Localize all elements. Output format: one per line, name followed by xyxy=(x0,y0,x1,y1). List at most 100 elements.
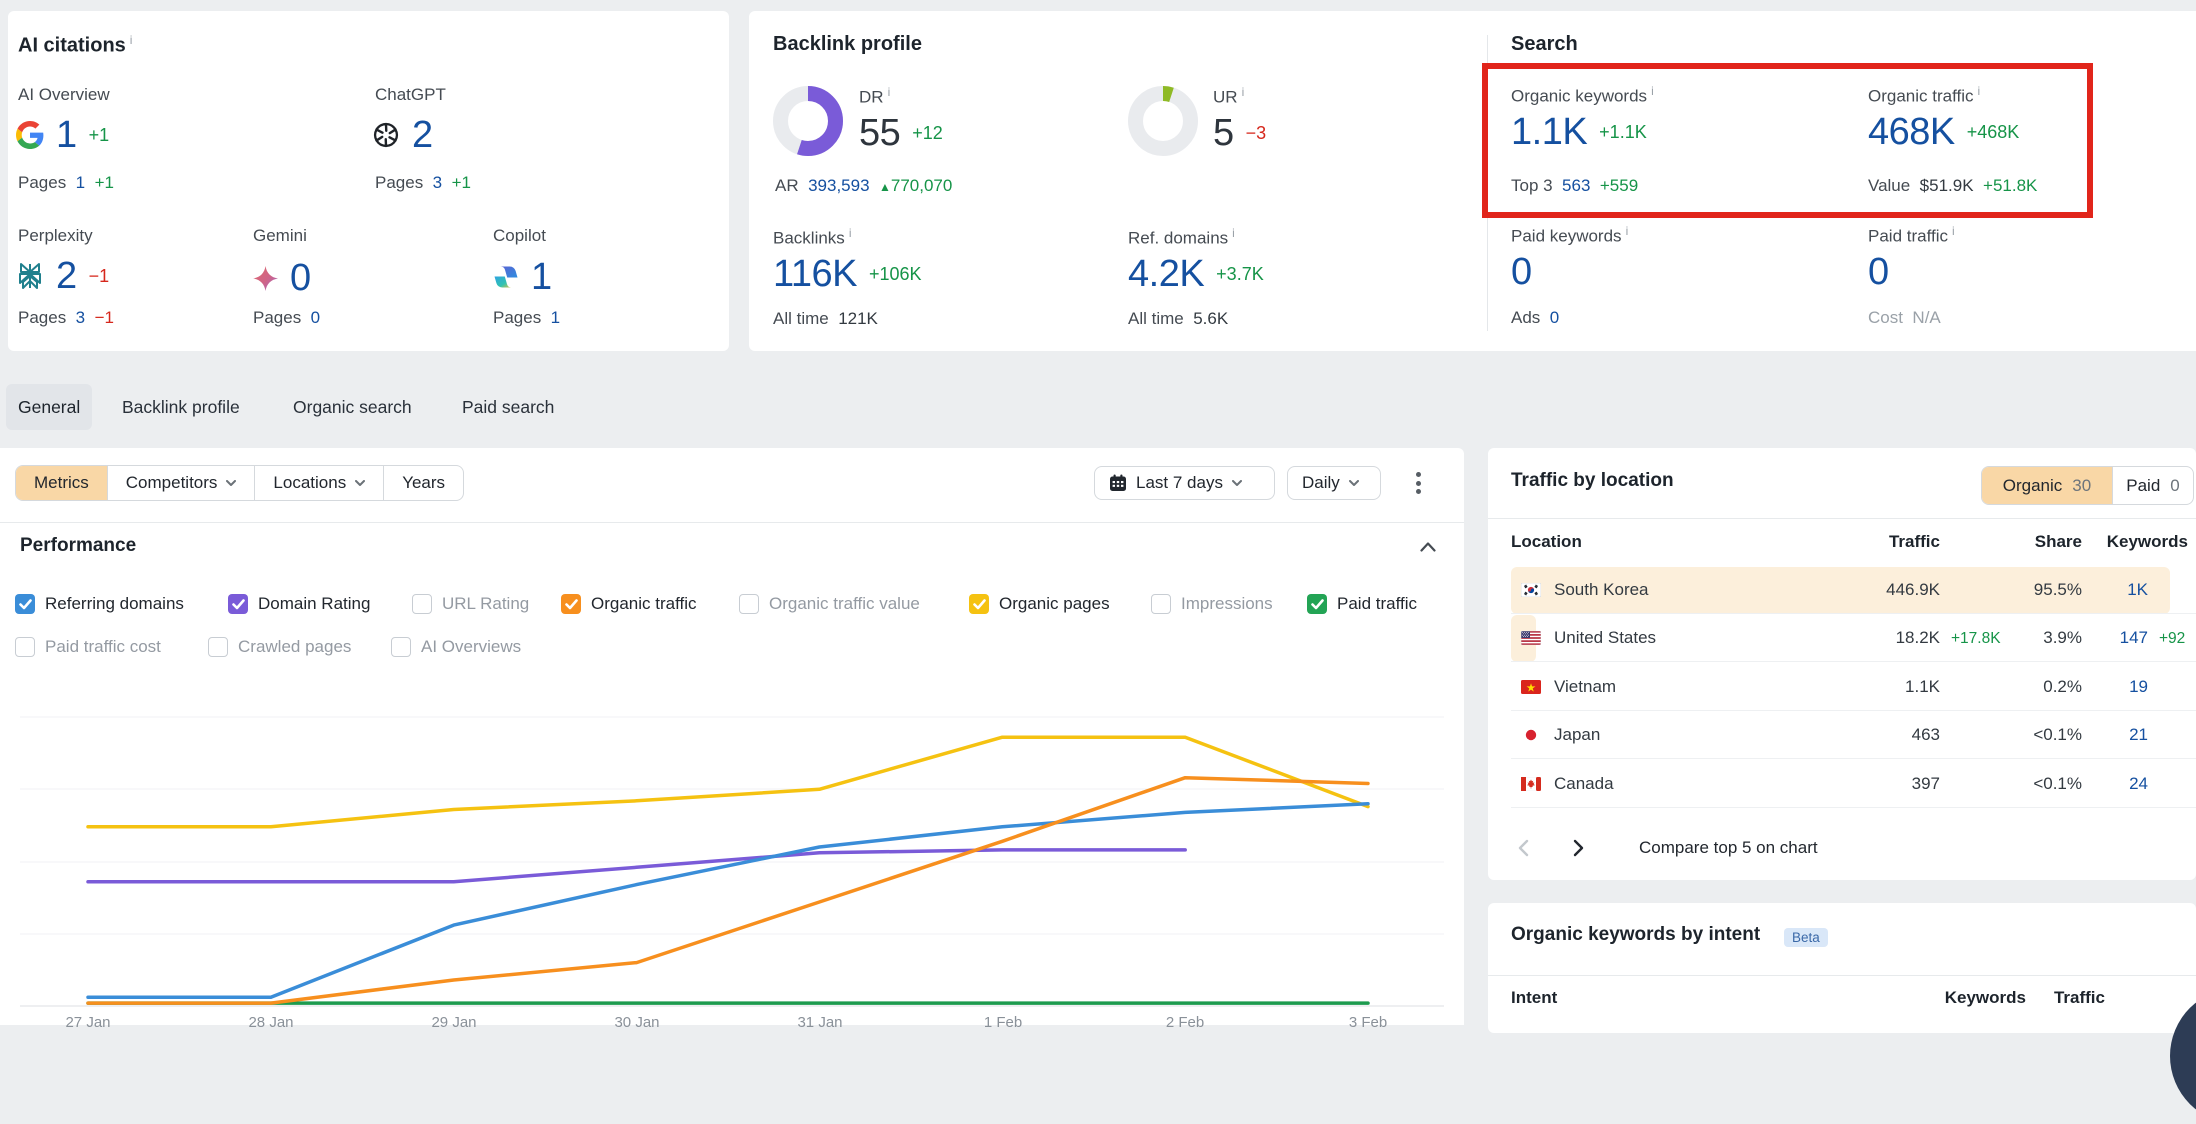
metric-toggle-impressions[interactable]: Impressions xyxy=(1151,594,1273,614)
tab-paid-search[interactable]: Paid search xyxy=(450,384,566,430)
up-triangle-icon: ▲ xyxy=(879,180,891,194)
keywords-link[interactable]: 24 xyxy=(2129,774,2148,794)
metric-toggle-label: Organic traffic value xyxy=(769,594,920,614)
checkbox-checked-icon[interactable] xyxy=(15,594,35,614)
metric-toggle-paid-traffic-cost[interactable]: Paid traffic cost xyxy=(15,637,161,657)
more-options-button[interactable] xyxy=(1404,466,1432,500)
cost-line: Cost N/A xyxy=(1868,308,1941,328)
chart-line-organic-traffic xyxy=(88,778,1368,1003)
location-name: Japan xyxy=(1554,725,1600,745)
paid-traffic-value[interactable]: 0 xyxy=(1868,254,1889,290)
x-tick-label: 29 Jan xyxy=(414,1014,494,1031)
checkbox-unchecked-icon[interactable] xyxy=(15,637,35,657)
metric-toggle-url-rating[interactable]: URL Rating xyxy=(412,594,529,614)
metric-toggle-paid-traffic[interactable]: Paid traffic xyxy=(1307,594,1417,614)
location-row-japan[interactable]: Japan463<0.1%21 xyxy=(1488,711,2196,759)
chart-line-referring-domains xyxy=(88,804,1368,998)
highlight-red-rectangle xyxy=(1482,63,2093,218)
vietnam-flag-icon xyxy=(1521,680,1541,694)
metrics-button[interactable]: Metrics xyxy=(16,466,108,500)
united-states-flag-icon xyxy=(1521,631,1541,645)
backlink-search-card: Backlink profile DRi 55 +12 AR 393,593 ▲… xyxy=(749,11,2196,351)
chatgpt-icon xyxy=(372,121,400,149)
metric-toggle-label: Paid traffic xyxy=(1337,594,1417,614)
column-header-location[interactable]: Location xyxy=(1511,532,1582,552)
perplexity-value[interactable]: 2 xyxy=(56,258,77,294)
checkbox-unchecked-icon[interactable] xyxy=(412,594,432,614)
location-row-vietnam[interactable]: Vietnam1.1K0.2%19 xyxy=(1488,663,2196,711)
metric-toggle-organic-pages[interactable]: Organic pages xyxy=(969,594,1110,614)
gemini-value-row: 0 xyxy=(253,260,311,296)
checkbox-unchecked-icon[interactable] xyxy=(208,637,228,657)
performance-line-chart xyxy=(0,448,1464,1025)
tab-organic-search[interactable]: Organic search xyxy=(281,384,424,430)
location-name: Vietnam xyxy=(1554,677,1616,697)
locations-dropdown[interactable]: Locations xyxy=(255,466,384,500)
keywords-link[interactable]: 147 xyxy=(2120,628,2148,648)
previous-page-button[interactable] xyxy=(1514,839,1536,857)
chatgpt-pages: Pages 3 +1 xyxy=(375,173,471,193)
column-header-keywords[interactable]: Keywords xyxy=(2107,532,2188,552)
metric-toggle-crawled-pages[interactable]: Crawled pages xyxy=(208,637,351,657)
tab-general[interactable]: General xyxy=(6,384,92,430)
copilot-icon xyxy=(493,264,519,290)
gemini-value[interactable]: 0 xyxy=(290,260,311,296)
checkbox-checked-icon[interactable] xyxy=(561,594,581,614)
ai-overview-value[interactable]: 1 xyxy=(56,117,77,153)
chatgpt-value[interactable]: 2 xyxy=(412,117,433,153)
backlinks-value-row: 116K +106K xyxy=(773,256,922,292)
keywords-link[interactable]: 21 xyxy=(2129,725,2148,745)
competitors-dropdown[interactable]: Competitors xyxy=(108,466,256,500)
backlinks-delta: +106K xyxy=(869,264,922,285)
x-tick-label: 31 Jan xyxy=(780,1014,860,1031)
checkbox-unchecked-icon[interactable] xyxy=(1151,594,1171,614)
info-icon: i xyxy=(1952,224,1955,238)
chatgpt-value-row: 2 xyxy=(372,117,433,153)
checkbox-checked-icon[interactable] xyxy=(228,594,248,614)
share-value: <0.1% xyxy=(2033,774,2082,794)
keywords-by-intent-card: Organic keywords by intent Beta Intent K… xyxy=(1488,903,2196,1033)
compare-top5-link[interactable]: Compare top 5 on chart xyxy=(1639,838,1818,858)
checkbox-checked-icon[interactable] xyxy=(969,594,989,614)
search-title: Search xyxy=(1511,33,1578,56)
chevron-up-icon[interactable] xyxy=(1420,542,1436,552)
ref-domains-value[interactable]: 4.2K xyxy=(1128,256,1204,292)
location-row-united-states[interactable]: United States18.2K+17.8K3.9%147+92 xyxy=(1488,614,2196,662)
date-range-dropdown[interactable]: Last 7 days xyxy=(1094,466,1275,500)
checkbox-checked-icon[interactable] xyxy=(1307,594,1327,614)
canada-flag-icon xyxy=(1521,777,1541,791)
paid-traffic-label: Paid traffici xyxy=(1868,224,1955,247)
paid-keywords-value[interactable]: 0 xyxy=(1511,254,1532,290)
chevron-down-icon xyxy=(226,480,236,486)
traffic-value: 446.9K xyxy=(1886,580,1940,600)
copilot-value[interactable]: 1 xyxy=(531,259,552,295)
metric-toggle-label: Impressions xyxy=(1181,594,1273,614)
keywords-link[interactable]: 1K xyxy=(2127,580,2148,600)
years-button[interactable]: Years xyxy=(384,466,463,500)
next-page-button[interactable] xyxy=(1566,839,1588,857)
metric-toggle-organic-traffic-value[interactable]: Organic traffic value xyxy=(739,594,920,614)
traffic-by-location-card: Traffic by location Organic30 Paid0 Loca… xyxy=(1488,448,2196,880)
x-tick-label: 28 Jan xyxy=(231,1014,311,1031)
toggle-organic[interactable]: Organic30 xyxy=(1982,467,2112,504)
share-value: 0.2% xyxy=(2043,677,2082,697)
divider xyxy=(1488,975,2196,976)
metric-toggle-ai-overviews[interactable]: AI Overviews xyxy=(391,637,521,657)
keywords-link[interactable]: 19 xyxy=(2129,677,2148,697)
toggle-paid[interactable]: Paid0 xyxy=(2112,467,2193,504)
location-row-south-korea[interactable]: South Korea446.9K95.5%1K xyxy=(1488,566,2196,614)
checkbox-unchecked-icon[interactable] xyxy=(391,637,411,657)
metric-toggle-referring-domains[interactable]: Referring domains xyxy=(15,594,184,614)
location-row-canada[interactable]: Canada397<0.1%24 xyxy=(1488,760,2196,808)
column-header-traffic[interactable]: Traffic xyxy=(1889,532,1940,552)
south-korea-flag-icon xyxy=(1521,583,1541,597)
info-icon: i xyxy=(1242,85,1245,99)
keywords-delta: +92 xyxy=(2159,630,2185,648)
granularity-dropdown[interactable]: Daily xyxy=(1287,466,1381,500)
metric-toggle-organic-traffic[interactable]: Organic traffic xyxy=(561,594,697,614)
metric-toggle-domain-rating[interactable]: Domain Rating xyxy=(228,594,370,614)
column-header-share[interactable]: Share xyxy=(2035,532,2082,552)
checkbox-unchecked-icon[interactable] xyxy=(739,594,759,614)
backlinks-value[interactable]: 116K xyxy=(773,256,857,292)
tab-backlink-profile[interactable]: Backlink profile xyxy=(110,384,252,430)
